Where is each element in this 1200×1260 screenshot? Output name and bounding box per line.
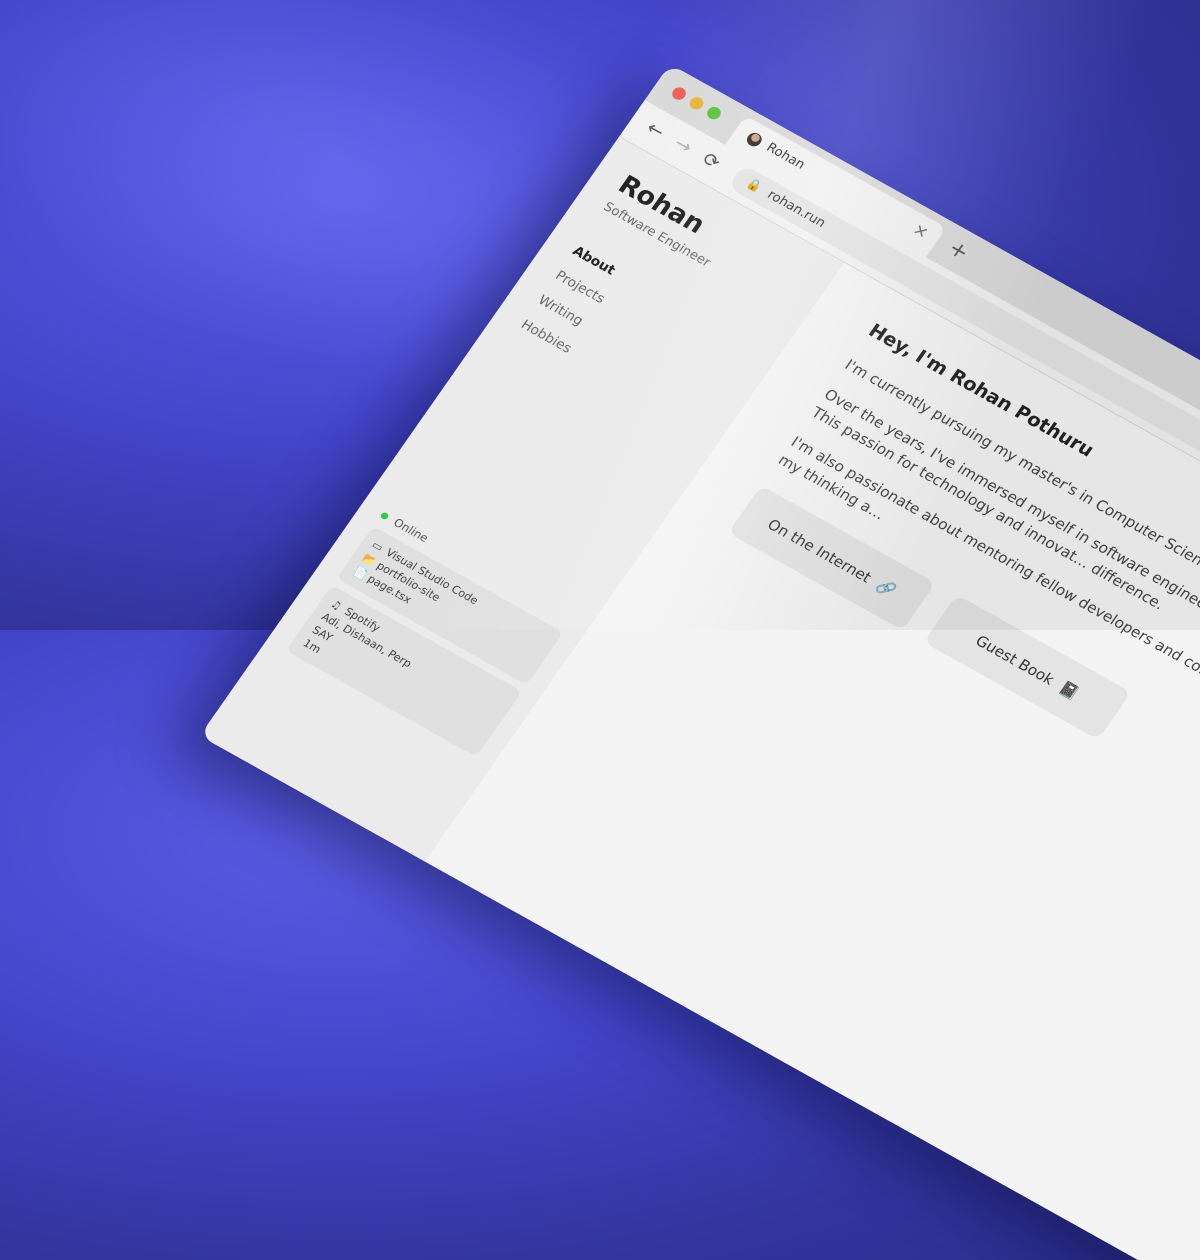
on-the-internet-label: On the Internet — [763, 515, 875, 587]
link-icon: 🔗 — [873, 576, 900, 601]
lock-icon: 🔒 — [743, 175, 766, 195]
book-icon: 📓 — [1056, 678, 1083, 703]
favicon-icon — [744, 130, 765, 149]
online-dot-icon — [379, 511, 390, 521]
tab-close-icon[interactable]: × — [909, 220, 933, 243]
reload-icon[interactable]: ⟳ — [698, 148, 725, 174]
guest-book-label: Guest Book — [972, 631, 1058, 689]
back-arrow-icon[interactable]: ← — [642, 117, 669, 143]
forward-arrow-icon[interactable]: → — [670, 133, 697, 159]
close-window-button[interactable] — [669, 85, 689, 103]
tab-title: Rohan — [763, 140, 808, 173]
new-tab-button[interactable]: + — [943, 236, 973, 265]
maximize-window-button[interactable] — [704, 104, 724, 122]
minimize-window-button[interactable] — [687, 94, 706, 112]
